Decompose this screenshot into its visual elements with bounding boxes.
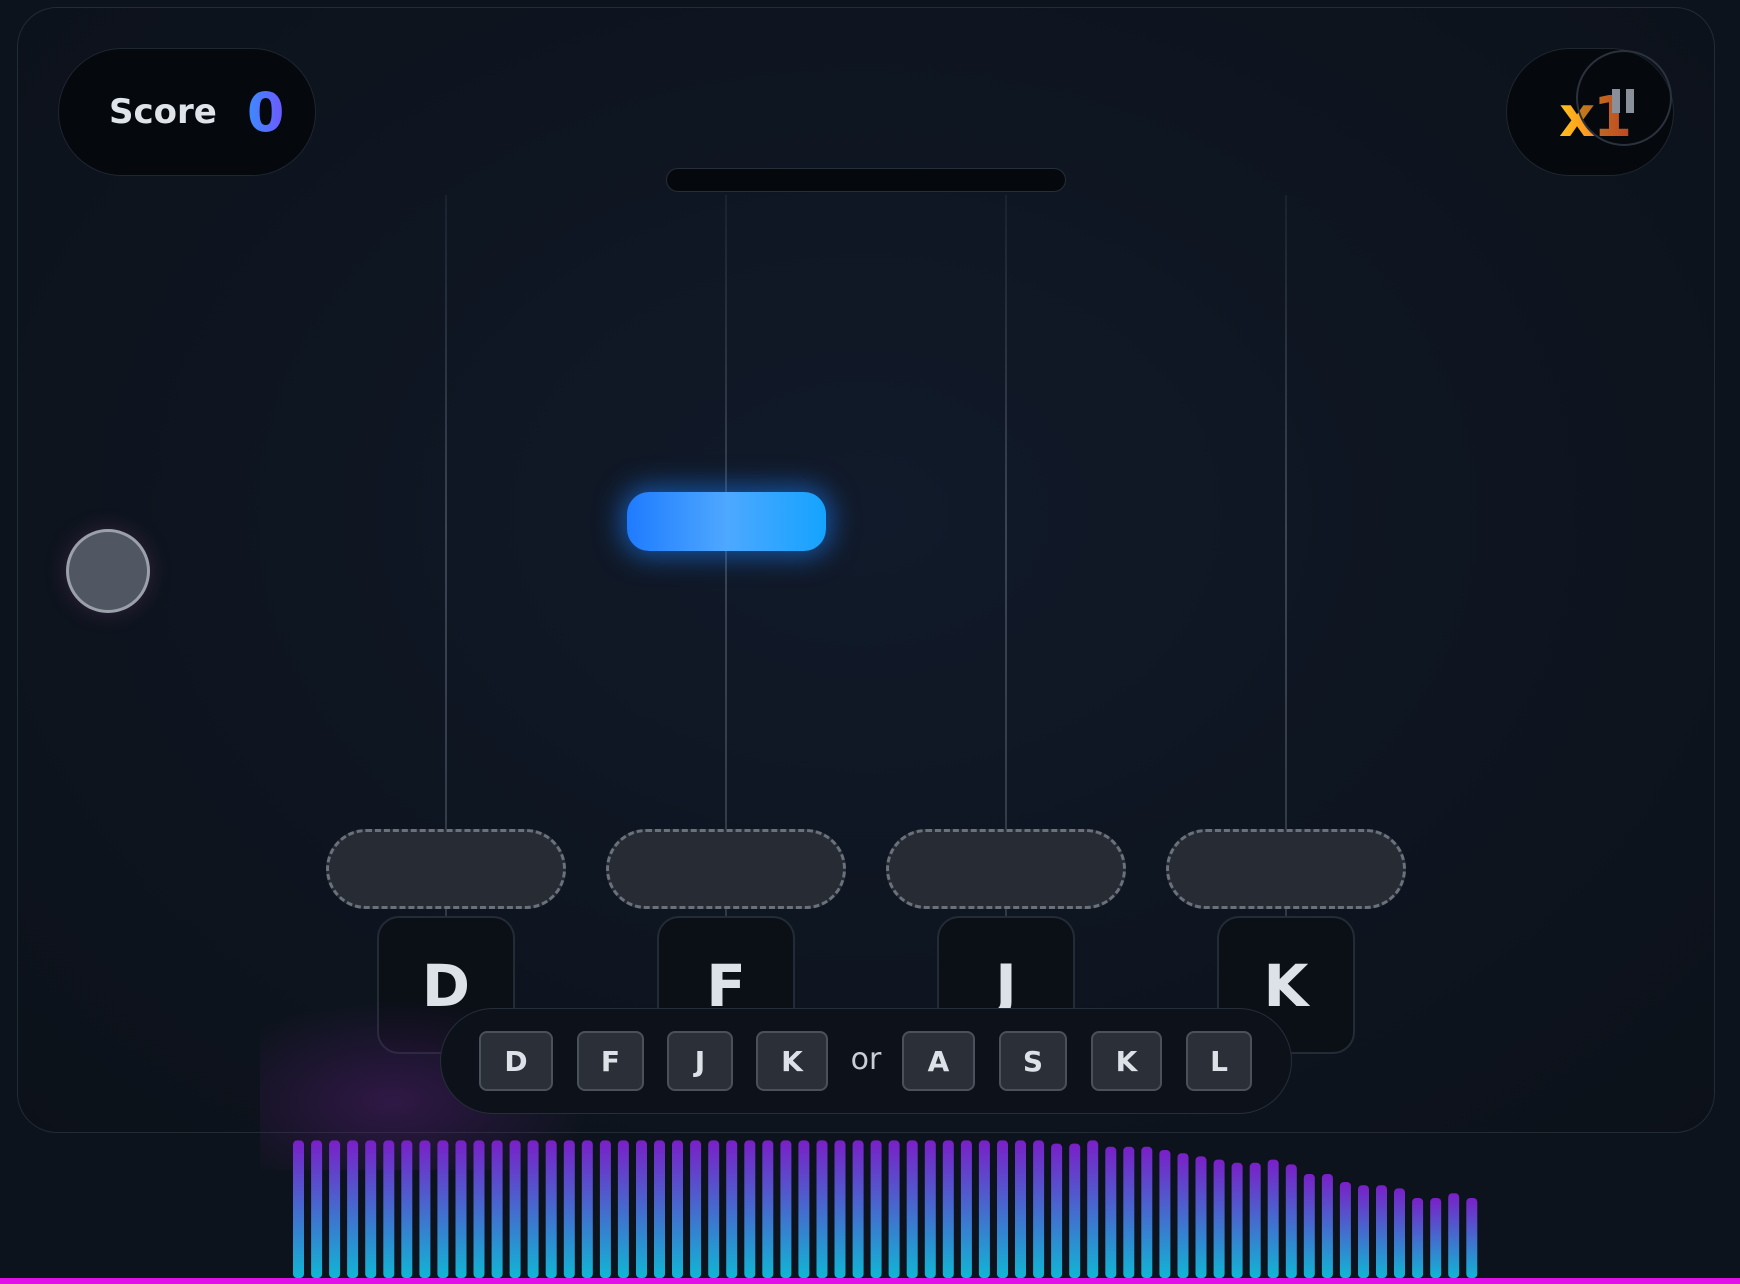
visualizer-bar — [437, 1140, 449, 1278]
visualizer-bar — [1430, 1198, 1442, 1278]
visualizer-bar — [780, 1140, 792, 1278]
visualizer-bar — [816, 1140, 828, 1278]
visualizer-bar — [1249, 1162, 1261, 1278]
visualizer-bar — [1466, 1198, 1478, 1278]
visualizer-bar — [1394, 1188, 1405, 1278]
visualizer-bar — [1069, 1143, 1081, 1278]
visualizer-bar — [563, 1140, 575, 1278]
visualizer-bar — [1033, 1140, 1045, 1278]
visualizer-bar — [1051, 1143, 1063, 1278]
visualizer-bar — [978, 1140, 990, 1278]
visualizer-bar — [1123, 1146, 1135, 1278]
visualizer-bar — [852, 1140, 864, 1278]
visualizer-bar — [762, 1140, 774, 1278]
visualizer-bar — [744, 1140, 756, 1278]
visualizer-bar — [672, 1140, 683, 1278]
visualizer-bar — [726, 1140, 738, 1278]
visualizer-bar — [1321, 1174, 1333, 1278]
visualizer-bar — [1303, 1174, 1315, 1278]
visualizer-bar — [1141, 1146, 1153, 1278]
visualizer-bar — [906, 1140, 918, 1278]
visualizer-bar — [1195, 1156, 1207, 1278]
visualizer-bar — [419, 1140, 431, 1278]
visualizer-bar — [383, 1140, 395, 1278]
visualizer-bar — [708, 1140, 720, 1278]
visualizer-bar — [365, 1140, 377, 1278]
visualizer-bar — [924, 1140, 936, 1278]
visualizer-bar — [617, 1140, 629, 1278]
visualizer-bar — [690, 1140, 702, 1278]
visualizer-bar — [581, 1140, 593, 1278]
visualizer-bar — [1087, 1140, 1099, 1278]
visualizer-bar — [1159, 1150, 1171, 1278]
visualizer-bar — [1213, 1159, 1225, 1278]
visualizer-bar — [1267, 1159, 1279, 1278]
visualizer-bar — [834, 1140, 846, 1278]
visualizer-bar — [311, 1140, 323, 1278]
visualizer-bar — [1177, 1153, 1189, 1278]
visualizer-bar — [491, 1140, 503, 1278]
visualizer-bar — [1105, 1146, 1117, 1278]
visualizer-bar — [888, 1140, 900, 1278]
visualizer-bar — [636, 1140, 647, 1278]
visualizer-bar — [473, 1140, 485, 1278]
visualizer-bar — [997, 1140, 1008, 1278]
visualizer-bar — [293, 1140, 304, 1278]
visualizer-bar — [401, 1140, 413, 1278]
visualizer-bar — [654, 1140, 665, 1278]
visualizer-bar — [1448, 1193, 1460, 1278]
visualizer-bar — [1015, 1140, 1026, 1278]
visualizer-bar — [1285, 1164, 1297, 1278]
bottom-accent-line — [0, 1278, 1740, 1284]
visualizer-bar — [942, 1140, 954, 1278]
visualizer-bar — [509, 1140, 521, 1278]
visualizer-bar — [455, 1140, 467, 1278]
visualizer-bar — [599, 1140, 611, 1278]
visualizer-bar — [1358, 1185, 1369, 1278]
visualizer-bar — [798, 1140, 810, 1278]
visualizer-bar — [1231, 1162, 1243, 1278]
visualizer-bar — [527, 1140, 539, 1278]
visualizer-bar — [545, 1140, 557, 1278]
audio-visualizer — [293, 1140, 1478, 1278]
visualizer-bar — [870, 1140, 882, 1278]
visualizer-bar — [329, 1140, 341, 1278]
visualizer-bar — [1376, 1185, 1387, 1278]
visualizer-bar — [1412, 1198, 1424, 1278]
visualizer-bar — [1339, 1182, 1351, 1278]
visualizer-bar — [347, 1140, 359, 1278]
visualizer-bar — [960, 1140, 972, 1278]
